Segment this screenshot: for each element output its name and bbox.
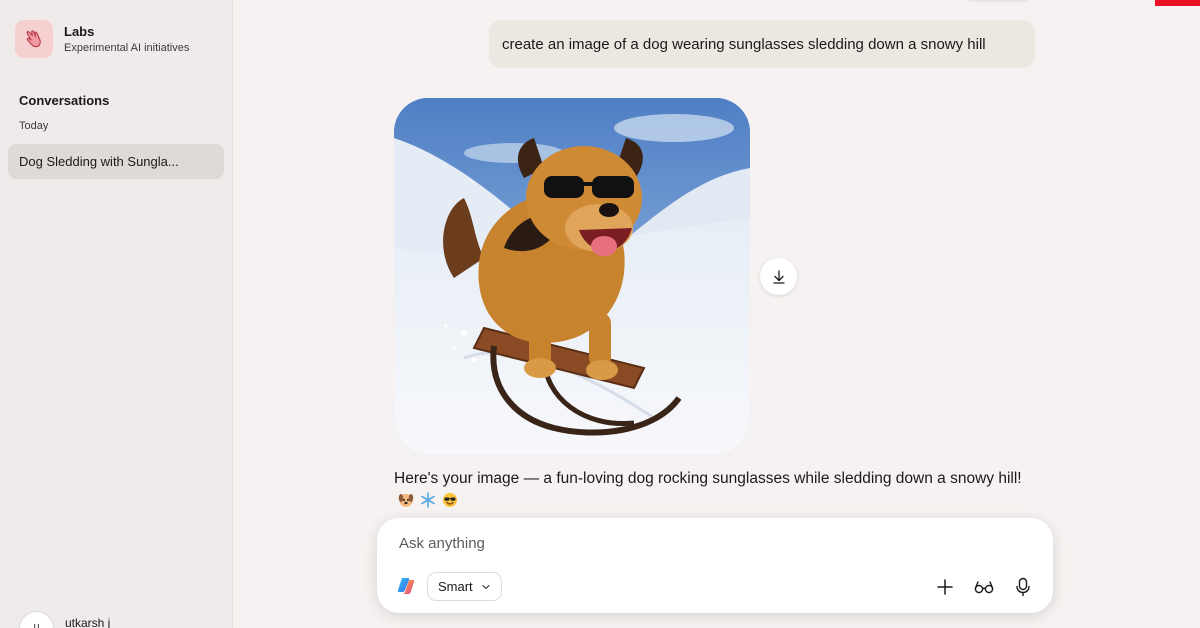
add-attachment-button[interactable] <box>932 574 958 600</box>
download-button[interactable] <box>760 258 797 295</box>
message-input[interactable] <box>399 532 1019 554</box>
glasses-icon <box>974 581 994 594</box>
app-subtitle: Experimental AI initiatives <box>64 41 190 54</box>
app-title: Labs <box>64 23 95 39</box>
conversation-group-label: Today <box>19 120 49 132</box>
chevron-down-icon <box>482 584 490 589</box>
message-composer: Smart <box>377 518 1053 613</box>
voice-input-button[interactable] <box>1010 574 1036 600</box>
dog-face-emoji <box>398 494 414 507</box>
snowflake-emoji <box>421 492 435 508</box>
labs-logo-icon <box>15 20 53 58</box>
assistant-reply: Here's your image — a fun-loving dog roc… <box>394 468 1044 512</box>
window-accent-bar <box>1155 0 1200 6</box>
smiling-face-with-sunglasses-emoji <box>443 493 457 507</box>
download-icon <box>772 269 785 284</box>
user-name: utkarsh j <box>65 616 111 628</box>
conversation-item-dog-sledding[interactable]: Dog Sledding with Sungla... <box>8 144 224 179</box>
avatar: u <box>19 611 54 628</box>
reply-text: Here's your image — a fun-loving dog roc… <box>394 470 1022 487</box>
vision-button[interactable] <box>971 574 997 600</box>
conversations-heading: Conversations <box>19 93 110 108</box>
mode-label: Smart <box>438 579 473 594</box>
user-profile[interactable]: u utkarsh j <box>19 611 110 628</box>
dog-sledding-illustration <box>394 98 750 454</box>
sidebar: Labs Experimental AI initiatives Convers… <box>0 0 233 628</box>
user-message-bubble: create an image of a dog wearing sunglas… <box>489 20 1035 68</box>
copilot-logo-icon[interactable] <box>396 576 416 596</box>
mode-selector[interactable]: Smart <box>427 572 502 601</box>
brand[interactable]: Labs Experimental AI initiatives <box>15 20 189 58</box>
microphone-icon <box>1016 577 1030 597</box>
generated-image[interactable] <box>394 98 750 454</box>
plus-icon <box>937 579 953 595</box>
